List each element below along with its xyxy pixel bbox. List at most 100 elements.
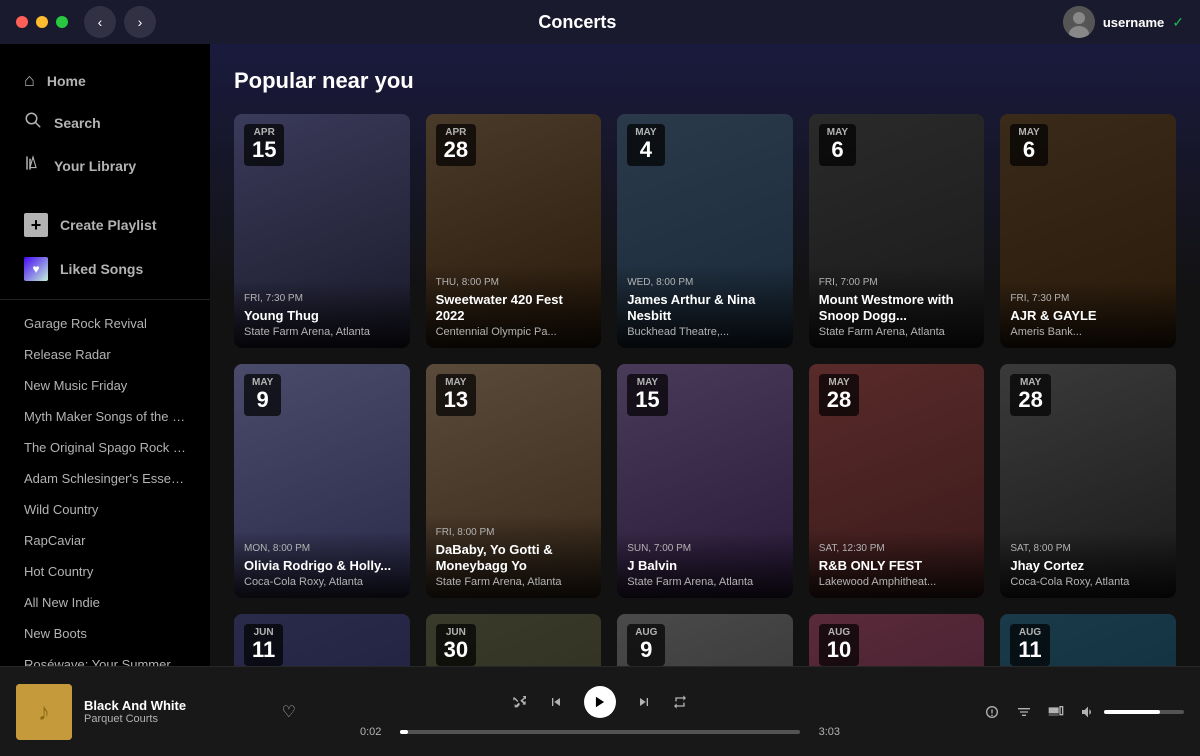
progress-track[interactable] <box>400 730 800 734</box>
playlist-item[interactable]: Release Radar <box>8 339 202 370</box>
sidebar-nav: ⌂ Home Search <box>0 44 210 195</box>
playlist-item[interactable]: New Music Friday <box>8 370 202 401</box>
player-right <box>904 704 1184 720</box>
concert-card[interactable]: APR 15 FRI, 7:30 PM Young Thug State Far… <box>234 114 410 348</box>
sidebar-item-library[interactable]: Your Library <box>8 144 202 187</box>
track-name: Black And White <box>84 698 270 713</box>
maximize-button[interactable] <box>56 16 68 28</box>
minimize-button[interactable] <box>36 16 48 28</box>
previous-button[interactable] <box>548 694 564 710</box>
devices-button[interactable] <box>1048 704 1064 720</box>
search-icon <box>24 111 42 134</box>
avatar <box>1063 6 1095 38</box>
time-current: 0:02 <box>360 726 392 738</box>
heart-button[interactable]: ♡ <box>282 702 296 722</box>
concert-card[interactable]: AUG 11 AUG <box>1000 614 1176 666</box>
concert-date: MAY 28 <box>819 374 859 416</box>
shuffle-button[interactable] <box>512 694 528 710</box>
playlist-item[interactable]: Adam Schlesinger's Essentia... <box>8 463 202 494</box>
progress-fill <box>400 730 408 734</box>
concert-date: JUN 11 <box>244 624 283 666</box>
sidebar-item-home[interactable]: ⌂ Home <box>8 60 202 101</box>
next-button[interactable] <box>636 694 652 710</box>
concert-info: SAT, 8:00 PM Jhay Cortez Coca-Cola Roxy,… <box>1000 531 1176 599</box>
artist-name: Parquet Courts <box>84 713 270 725</box>
verified-icon: ✓ <box>1172 14 1184 31</box>
main-content: Popular near you APR 15 FRI, 7:30 PM You… <box>210 44 1200 666</box>
concert-card[interactable]: JUN 30 JUN <box>426 614 602 666</box>
sidebar-item-home-label: Home <box>47 73 86 89</box>
svg-text:♪: ♪ <box>38 699 50 726</box>
volume-icon[interactable] <box>1080 704 1096 720</box>
concert-date: MAY 9 <box>244 374 281 416</box>
playlist-item[interactable]: Wild Country <box>8 494 202 525</box>
sidebar-actions: + Create Playlist ♥ Liked Songs <box>0 195 210 300</box>
play-pause-button[interactable] <box>584 686 616 718</box>
volume-fill <box>1104 710 1160 714</box>
lyrics-button[interactable] <box>984 704 1000 720</box>
now-playing-bar: ♪ Black And White Parquet Courts ♡ <box>0 666 1200 756</box>
create-playlist-item[interactable]: + Create Playlist <box>8 203 202 247</box>
concert-card[interactable]: AUG 9 AUG <box>617 614 793 666</box>
queue-button[interactable] <box>1016 704 1032 720</box>
concert-info: SAT, 12:30 PM R&B ONLY FEST Lakewood Amp… <box>809 531 985 599</box>
username: username <box>1103 15 1164 30</box>
concert-info: FRI, 7:30 PM Young Thug State Farm Arena… <box>234 281 410 349</box>
library-icon <box>24 154 42 177</box>
main-container: ⌂ Home Search <box>0 44 1200 666</box>
concert-date: MAY 28 <box>1010 374 1050 416</box>
concert-card[interactable]: MAY 28 SAT, 8:00 PM Jhay Cortez Coca-Col… <box>1000 364 1176 598</box>
liked-songs-label: Liked Songs <box>60 261 143 277</box>
concert-date: MAY 6 <box>1010 124 1047 166</box>
concert-card[interactable]: APR 28 THU, 8:00 PM Sweetwater 420 Fest … <box>426 114 602 348</box>
sidebar-playlists: Garage Rock RevivalRelease RadarNew Musi… <box>0 308 210 666</box>
sidebar-item-library-label: Your Library <box>54 158 136 174</box>
concert-card[interactable]: MAY 6 FRI, 7:00 PM Mount Westmore with S… <box>809 114 985 348</box>
page-title: Concerts <box>92 12 1063 33</box>
window-controls <box>16 16 68 28</box>
playlist-item[interactable]: Roséwave: Your Summer So... <box>8 649 202 666</box>
sidebar-item-search[interactable]: Search <box>8 101 202 144</box>
create-playlist-label: Create Playlist <box>60 217 157 233</box>
playlist-item[interactable]: Hot Country <box>8 556 202 587</box>
concert-card[interactable]: MAY 15 SUN, 7:00 PM J Balvin State Farm … <box>617 364 793 598</box>
track-info: Black And White Parquet Courts <box>84 698 270 725</box>
concert-info: THU, 8:00 PM Sweetwater 420 Fest 2022 Ce… <box>426 265 602 348</box>
playlist-item[interactable]: Garage Rock Revival <box>8 308 202 339</box>
playlist-item[interactable]: RapCaviar <box>8 525 202 556</box>
concert-date: JUN 30 <box>436 624 476 666</box>
concert-date: MAY 4 <box>627 124 664 166</box>
concert-date: MAY 15 <box>627 374 667 416</box>
playlist-item[interactable]: All New Indie <box>8 587 202 618</box>
concert-date: AUG 11 <box>1010 624 1049 666</box>
close-button[interactable] <box>16 16 28 28</box>
progress-bar: 0:02 3:03 <box>360 726 840 738</box>
playlist-item[interactable]: New Boots <box>8 618 202 649</box>
concert-card[interactable]: AUG 10 AUG <box>809 614 985 666</box>
concert-date: MAY 13 <box>436 374 476 416</box>
concert-card[interactable]: MAY 28 SAT, 12:30 PM R&B ONLY FEST Lakew… <box>809 364 985 598</box>
concert-date: APR 28 <box>436 124 476 166</box>
concert-card[interactable]: MAY 9 MON, 8:00 PM Olivia Rodrigo & Holl… <box>234 364 410 598</box>
concert-card[interactable]: JUN 11 JUN <box>234 614 410 666</box>
volume-control <box>1080 704 1184 720</box>
concert-info: FRI, 8:00 PM DaBaby, Yo Gotti & Moneybag… <box>426 515 602 598</box>
concert-card[interactable]: MAY 4 WED, 8:00 PM James Arthur & Nina N… <box>617 114 793 348</box>
playlist-item[interactable]: The Original Spago Rock Sa... <box>8 432 202 463</box>
repeat-button[interactable] <box>672 694 688 710</box>
player-center: 0:02 3:03 <box>296 686 904 738</box>
concert-date: AUG 9 <box>627 624 665 666</box>
concert-info: MON, 8:00 PM Olivia Rodrigo & Holly... C… <box>234 531 410 599</box>
volume-slider[interactable] <box>1104 710 1184 714</box>
home-icon: ⌂ <box>24 70 35 91</box>
create-playlist-icon: + <box>24 213 48 237</box>
concert-card[interactable]: MAY 6 FRI, 7:30 PM AJR & GAYLE Ameris Ba… <box>1000 114 1176 348</box>
section-title: Popular near you <box>234 68 1176 94</box>
user-profile[interactable]: username ✓ <box>1063 6 1184 38</box>
liked-songs-item[interactable]: ♥ Liked Songs <box>8 247 202 291</box>
concert-date: MAY 6 <box>819 124 856 166</box>
titlebar: ‹ › Concerts username ✓ <box>0 0 1200 44</box>
playlist-item[interactable]: Myth Maker Songs of the W... <box>8 401 202 432</box>
time-total: 3:03 <box>808 726 840 738</box>
concert-card[interactable]: MAY 13 FRI, 8:00 PM DaBaby, Yo Gotti & M… <box>426 364 602 598</box>
